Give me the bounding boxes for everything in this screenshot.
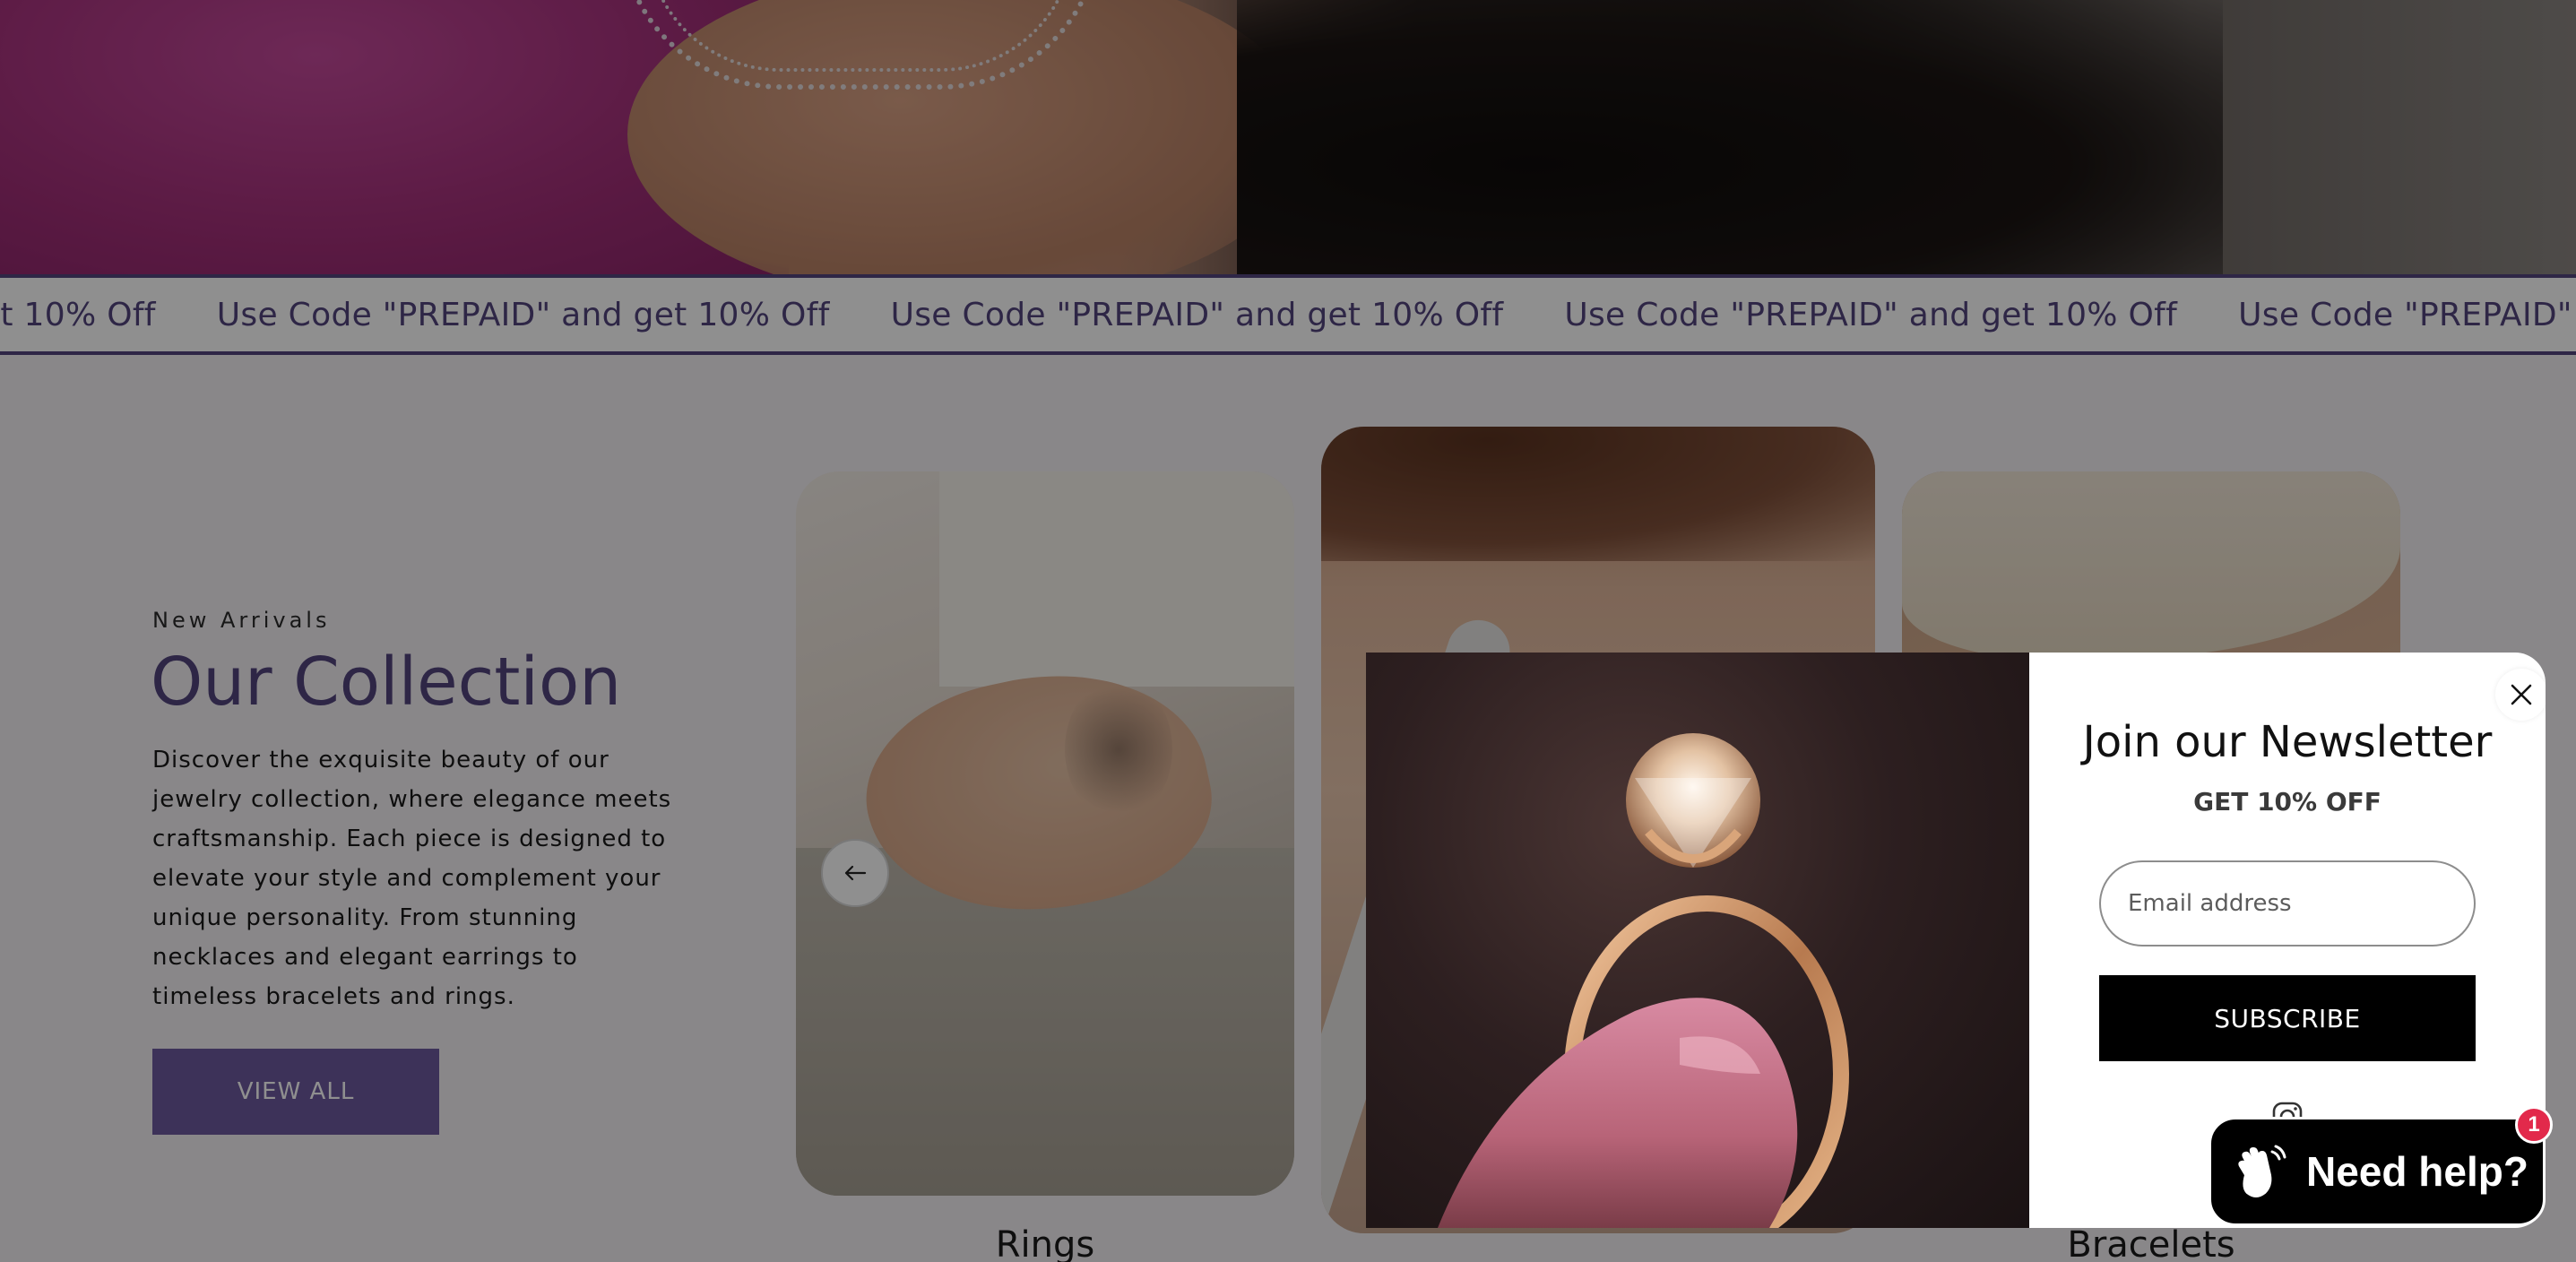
- chat-help-button[interactable]: Need help?: [2209, 1117, 2546, 1226]
- chat-label: Need help?: [2306, 1148, 2528, 1195]
- newsletter-title: Join our Newsletter: [2082, 717, 2493, 767]
- ring-illustration: [1438, 733, 1849, 1228]
- waving-hand-icon: [2238, 1145, 2286, 1197]
- subscribe-button[interactable]: SUBSCRIBE: [2099, 975, 2476, 1061]
- close-icon: [2511, 684, 2532, 705]
- email-field[interactable]: [2099, 860, 2476, 946]
- ring-photo: [1366, 653, 2029, 1228]
- close-button[interactable]: [2495, 669, 2546, 721]
- newsletter-subtitle: GET 10% OFF: [2193, 787, 2382, 817]
- chat-notification-badge: 1: [2515, 1106, 2553, 1144]
